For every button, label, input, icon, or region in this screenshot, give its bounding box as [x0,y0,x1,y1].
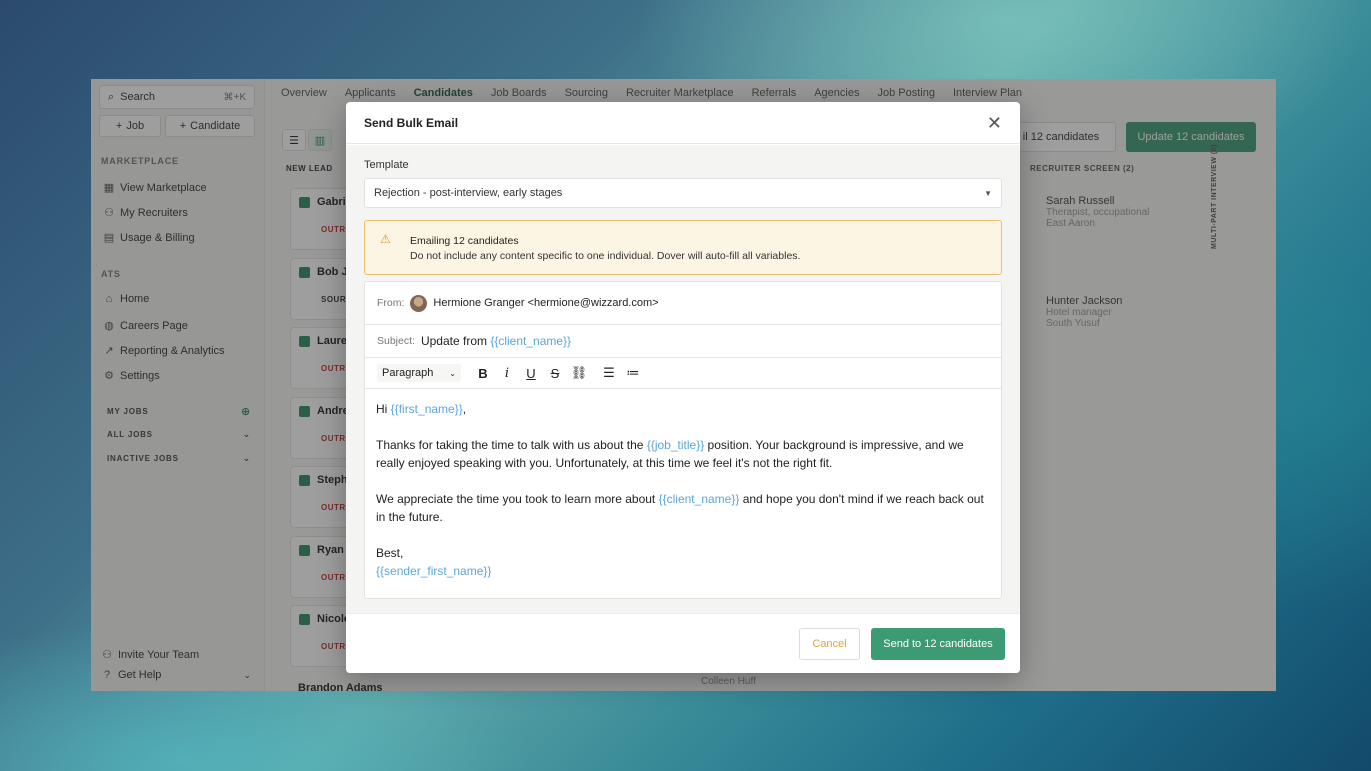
editor-toolbar: Paragraph ⌄ B i U S ⛓ ☰ ≔ [365,358,1001,389]
warning-title: Emailing 12 candidates [410,235,519,247]
greeting-suffix: , [462,402,467,416]
modal-body: Template Rejection - post-interview, ear… [346,145,1020,613]
bullet-list-icon[interactable]: ☰ [597,365,621,381]
chevron-down-icon: ⌄ [449,368,456,378]
subject-text: Update from [420,334,491,348]
template-value: Rejection - post-interview, early stages [374,187,563,199]
cancel-button[interactable]: Cancel [799,628,860,660]
paragraph-style-value: Paragraph [382,367,434,379]
link-icon[interactable]: ⛓ [567,365,591,381]
send-bulk-email-modal: Send Bulk Email ✕ Template Rejection - p… [346,102,1020,673]
warning-banner: ⚠ Emailing 12 candidates Do not include … [364,220,1002,275]
client-name-variable: {{client_name}} [658,492,740,506]
from-row: From: Hermione Granger <hermione@wizzard… [365,282,1001,325]
modal-title: Send Bulk Email [364,115,459,130]
paragraph-style-select[interactable]: Paragraph ⌄ [377,364,461,382]
subject-variable: {{client_name}} [490,334,572,348]
subject-label: Subject: [377,335,415,347]
numbered-list-icon[interactable]: ≔ [621,365,645,381]
template-select[interactable]: Rejection - post-interview, early stages… [364,178,1002,208]
from-label: From: [377,297,405,309]
sender-name-variable: {{sender_first_name}} [376,564,492,578]
paragraph-2: We appreciate the time you took to learn… [376,490,988,526]
subject-field[interactable]: Subject: Update from {{client_name}} [365,325,1001,358]
close-icon[interactable]: ✕ [987,114,1002,132]
modal-header: Send Bulk Email ✕ [346,102,1020,144]
first-name-variable: {{first_name}} [390,402,463,416]
from-value: Hermione Granger <hermione@wizzard.com> [433,297,659,309]
greeting-text: Hi [376,402,391,416]
strikethrough-icon[interactable]: S [543,366,567,381]
greeting-line: Hi {{first_name}}, [376,400,988,418]
signoff: Best, [376,546,404,560]
email-editor: From: Hermione Granger <hermione@wizzard… [364,281,1002,599]
avatar [410,294,428,312]
chevron-down-icon: ▼ [984,188,992,198]
p1-text-a: Thanks for taking the time to talk with … [376,438,647,452]
modal-footer: Cancel Send to 12 candidates [346,613,1020,673]
email-body[interactable]: Hi {{first_name}}, Thanks for taking the… [376,400,988,580]
template-label: Template [364,159,409,171]
underline-icon[interactable]: U [519,366,543,381]
italic-icon[interactable]: i [495,366,519,381]
warning-message: Do not include any content specific to o… [410,250,801,262]
bold-icon[interactable]: B [471,366,495,381]
job-title-variable: {{job_title}} [646,438,705,452]
p2-text-a: We appreciate the time you took to learn… [376,492,659,506]
send-button[interactable]: Send to 12 candidates [871,628,1005,660]
warning-icon: ⚠ [380,232,391,246]
paragraph-1: Thanks for taking the time to talk with … [376,436,988,472]
